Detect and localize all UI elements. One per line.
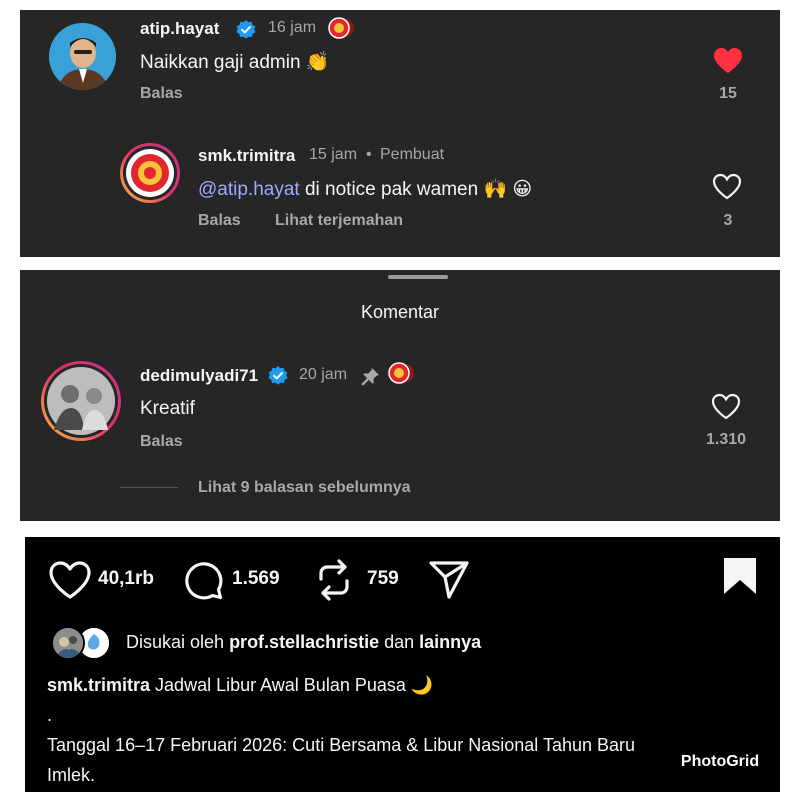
repost-count[interactable]: 759 xyxy=(367,568,399,590)
sheet-title: Komentar xyxy=(360,302,440,322)
reply-text-body: di notice pak wamen 🙌 😀 xyxy=(299,179,533,200)
author-label: Pembuat xyxy=(380,146,445,163)
mention-link[interactable]: @atip.hayat xyxy=(198,179,300,200)
liked-by-prefix: Disukai oleh xyxy=(126,632,230,652)
verified-badge-icon xyxy=(268,366,288,385)
post-caption: smk.trimitra Jadwal Libur Awal Bulan Pua… xyxy=(47,670,767,790)
reply-username[interactable]: smk.trimitra xyxy=(198,146,295,166)
others-link[interactable]: lainnya xyxy=(419,632,481,652)
brand-badge-icon xyxy=(328,17,356,39)
reply-button[interactable]: Balas xyxy=(140,85,183,103)
brand-badge-icon xyxy=(388,362,416,384)
thread-line xyxy=(120,487,178,488)
comment-time: 20 jam xyxy=(299,366,348,383)
avatar-atip-hayat[interactable] xyxy=(49,23,116,90)
comment-text: Naikkan gaji admin 👏 xyxy=(140,52,330,73)
liker-username-link[interactable]: prof.stellachristie xyxy=(229,632,379,652)
avatar-smk-trimitra[interactable] xyxy=(119,142,181,204)
comment-thread-panel: atip.hayat 16 jam Naikkan gaji admin 👏 B… xyxy=(20,10,780,257)
like-icon[interactable] xyxy=(48,560,92,600)
drag-handle[interactable] xyxy=(388,275,448,279)
separator-dot: • xyxy=(366,146,372,163)
liked-by-text: Disukai oleh prof.stellachristie dan lai… xyxy=(126,632,481,653)
photogrid-watermark: PhotoGrid xyxy=(670,744,770,780)
caption-line: Tanggal 16–17 Februari 2026: Cuti Bersam… xyxy=(47,735,636,755)
caption-username[interactable]: smk.trimitra xyxy=(47,675,150,695)
heart-filled-icon[interactable] xyxy=(713,47,743,74)
comments-sheet: Komentar dedimulyadi71 20 jam Kreatif Ba… xyxy=(20,270,780,521)
like-count[interactable]: 40,1rb xyxy=(98,568,154,590)
reply-button[interactable]: Balas xyxy=(140,433,183,451)
like-count: 15 xyxy=(719,85,737,102)
comment-text: Kreatif xyxy=(140,398,195,419)
view-previous-replies-link[interactable]: Lihat 9 balasan sebelumnya xyxy=(198,479,411,497)
reply-time: 15 jam xyxy=(309,146,358,163)
share-icon[interactable] xyxy=(427,559,471,601)
liked-by-mid: dan xyxy=(379,632,420,652)
pin-icon xyxy=(360,367,380,392)
verified-badge-icon xyxy=(236,20,256,39)
bookmark-icon[interactable] xyxy=(722,556,758,596)
reply-text: @atip.hayat di notice pak wamen 🙌 😀 xyxy=(198,177,532,201)
heart-outline-icon[interactable] xyxy=(711,393,741,420)
repost-icon[interactable] xyxy=(313,559,355,601)
like-count: 1.310 xyxy=(705,431,747,448)
comment-count[interactable]: 1.569 xyxy=(232,568,280,590)
comment-icon[interactable] xyxy=(182,559,224,601)
heart-outline-icon[interactable] xyxy=(712,173,742,200)
comment-time: 16 jam xyxy=(268,19,317,36)
comment-username[interactable]: dedimulyadi71 xyxy=(140,366,258,386)
avatar-dedimulyadi71[interactable] xyxy=(40,360,122,442)
post-footer: 40,1rb 1.569 759 Disukai oleh prof.stell… xyxy=(25,537,780,792)
see-translation-link[interactable]: Lihat terjemahan xyxy=(275,212,403,230)
comment-username[interactable]: atip.hayat xyxy=(140,19,219,39)
liker-avatar[interactable] xyxy=(51,626,85,660)
reply-button[interactable]: Balas xyxy=(198,212,241,230)
like-count: 3 xyxy=(723,212,733,229)
caption-dot: . xyxy=(47,705,53,725)
caption-text: Jadwal Libur Awal Bulan Puasa 🌙 xyxy=(150,675,434,695)
caption-line: Imlek. xyxy=(47,765,96,785)
